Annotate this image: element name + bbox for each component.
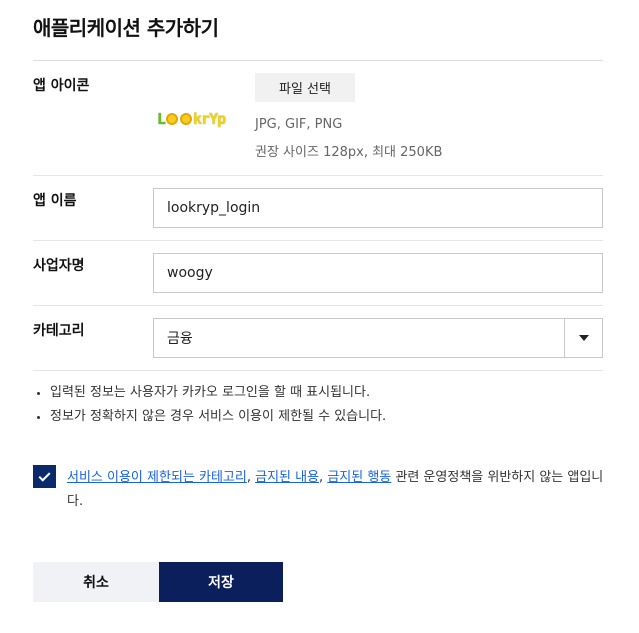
business-name-value: woogy	[167, 265, 213, 281]
app-name-value: lookryp_login	[167, 200, 261, 216]
app-name-input[interactable]: lookryp_login	[153, 188, 603, 228]
prohibited-behavior-link[interactable]: 금지된 행동	[327, 470, 391, 485]
notice-item: 정보가 정확하지 않은 경우 서비스 이용이 제한될 수 있습니다.	[36, 408, 386, 432]
format-hint: JPG, GIF, PNG	[255, 117, 343, 132]
app-logo-preview: L krYp	[157, 110, 226, 128]
chevron-down-icon	[578, 335, 589, 341]
row-divider	[33, 305, 603, 306]
notice-list: 입력된 정보는 사용자가 카카오 로그인을 할 때 표시됩니다. 정보가 정확하…	[36, 384, 386, 432]
notice-item: 입력된 정보는 사용자가 카카오 로그인을 할 때 표시됩니다.	[36, 384, 386, 408]
dropdown-toggle[interactable]	[564, 319, 602, 357]
logo-coin-icon	[180, 113, 193, 125]
logo-text-end: krYp	[193, 110, 226, 128]
title-divider	[33, 60, 603, 61]
agreement-checkbox[interactable]	[33, 465, 56, 488]
agreement-text: 서비스 이용이 제한되는 카테고리, 금지된 내용, 금지된 행동 관련 운영정…	[67, 466, 607, 514]
category-value: 금융	[167, 331, 193, 347]
business-name-input[interactable]: woogy	[153, 253, 603, 293]
file-select-button[interactable]: 파일 선택	[255, 73, 355, 102]
app-icon-label: 앱 아이콘	[33, 78, 90, 94]
save-button[interactable]: 저장	[159, 562, 283, 602]
row-divider	[33, 240, 603, 241]
row-divider	[33, 175, 603, 176]
restricted-category-link[interactable]: 서비스 이용이 제한되는 카테고리	[67, 470, 247, 485]
separator: ,	[246, 470, 256, 485]
logo-text-start: L	[157, 110, 166, 128]
category-label: 카테고리	[33, 323, 85, 339]
page-title: 애플리케이션 추가하기	[33, 16, 219, 40]
category-select[interactable]: 금융	[153, 318, 603, 358]
business-name-label: 사업자명	[33, 258, 85, 274]
cancel-button[interactable]: 취소	[33, 562, 159, 602]
row-divider	[33, 370, 603, 371]
app-name-label: 앱 이름	[33, 193, 77, 209]
size-hint: 권장 사이즈 128px, 최대 250KB	[255, 145, 443, 160]
check-icon	[38, 469, 51, 482]
prohibited-content-link[interactable]: 금지된 내용	[255, 470, 319, 485]
logo-coin-icon	[166, 113, 179, 125]
